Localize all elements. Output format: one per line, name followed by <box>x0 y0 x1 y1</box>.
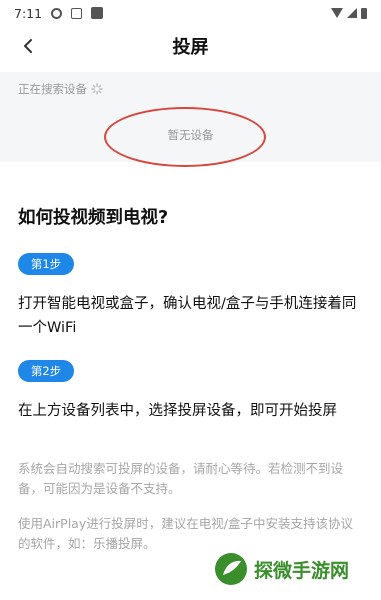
battery-icon <box>361 7 367 19</box>
step-2-badge: 第2步 <box>18 360 74 382</box>
step-1-text: 打开智能电视或盒子，确认电视/盒子与手机连接着同一个WiFi <box>18 296 357 336</box>
signal-icon <box>347 8 357 18</box>
status-right <box>331 7 367 19</box>
cast-guide: 如何投视频到电视? 第1步 打开智能电视或盒子，确认电视/盒子与手机连接着同一个… <box>0 172 381 600</box>
wifi-icon <box>331 8 343 18</box>
search-note: 系统会自动搜索可投屏的设备，请耐心等待。若检测不到设备，可能因为是设备不支持。 <box>18 461 344 496</box>
status-time: 7:11 <box>14 5 43 21</box>
a-notification-icon <box>71 7 83 19</box>
search-status: 正在搜索设备 <box>18 81 103 97</box>
chevron-left-icon <box>24 39 32 53</box>
device-search-panel: 正在搜索设备 暂无设备 <box>0 72 381 167</box>
status-left: 7:11 <box>14 5 104 21</box>
watermark-text: 探微手游网 <box>254 559 350 582</box>
search-status-text: 正在搜索设备 <box>18 82 87 96</box>
settings-icon <box>51 7 63 19</box>
empty-device-text: 暂无设备 <box>167 128 214 142</box>
watermark-logo-icon <box>215 553 247 585</box>
nav-bar: 投屏 <box>0 26 381 66</box>
page-title: 投屏 <box>172 37 209 58</box>
guide-title: 如何投视频到电视? <box>18 208 169 228</box>
loading-spinner-icon <box>91 83 103 95</box>
back-button[interactable] <box>14 32 42 60</box>
app-notification-icon <box>91 7 104 19</box>
step-2-text: 在上方设备列表中，选择投屏设备，即可开始投屏 <box>18 403 337 419</box>
watermark: 探微手游网 <box>214 548 376 590</box>
status-bar: 7:11 <box>0 0 381 26</box>
step-1-badge: 第1步 <box>18 253 74 275</box>
